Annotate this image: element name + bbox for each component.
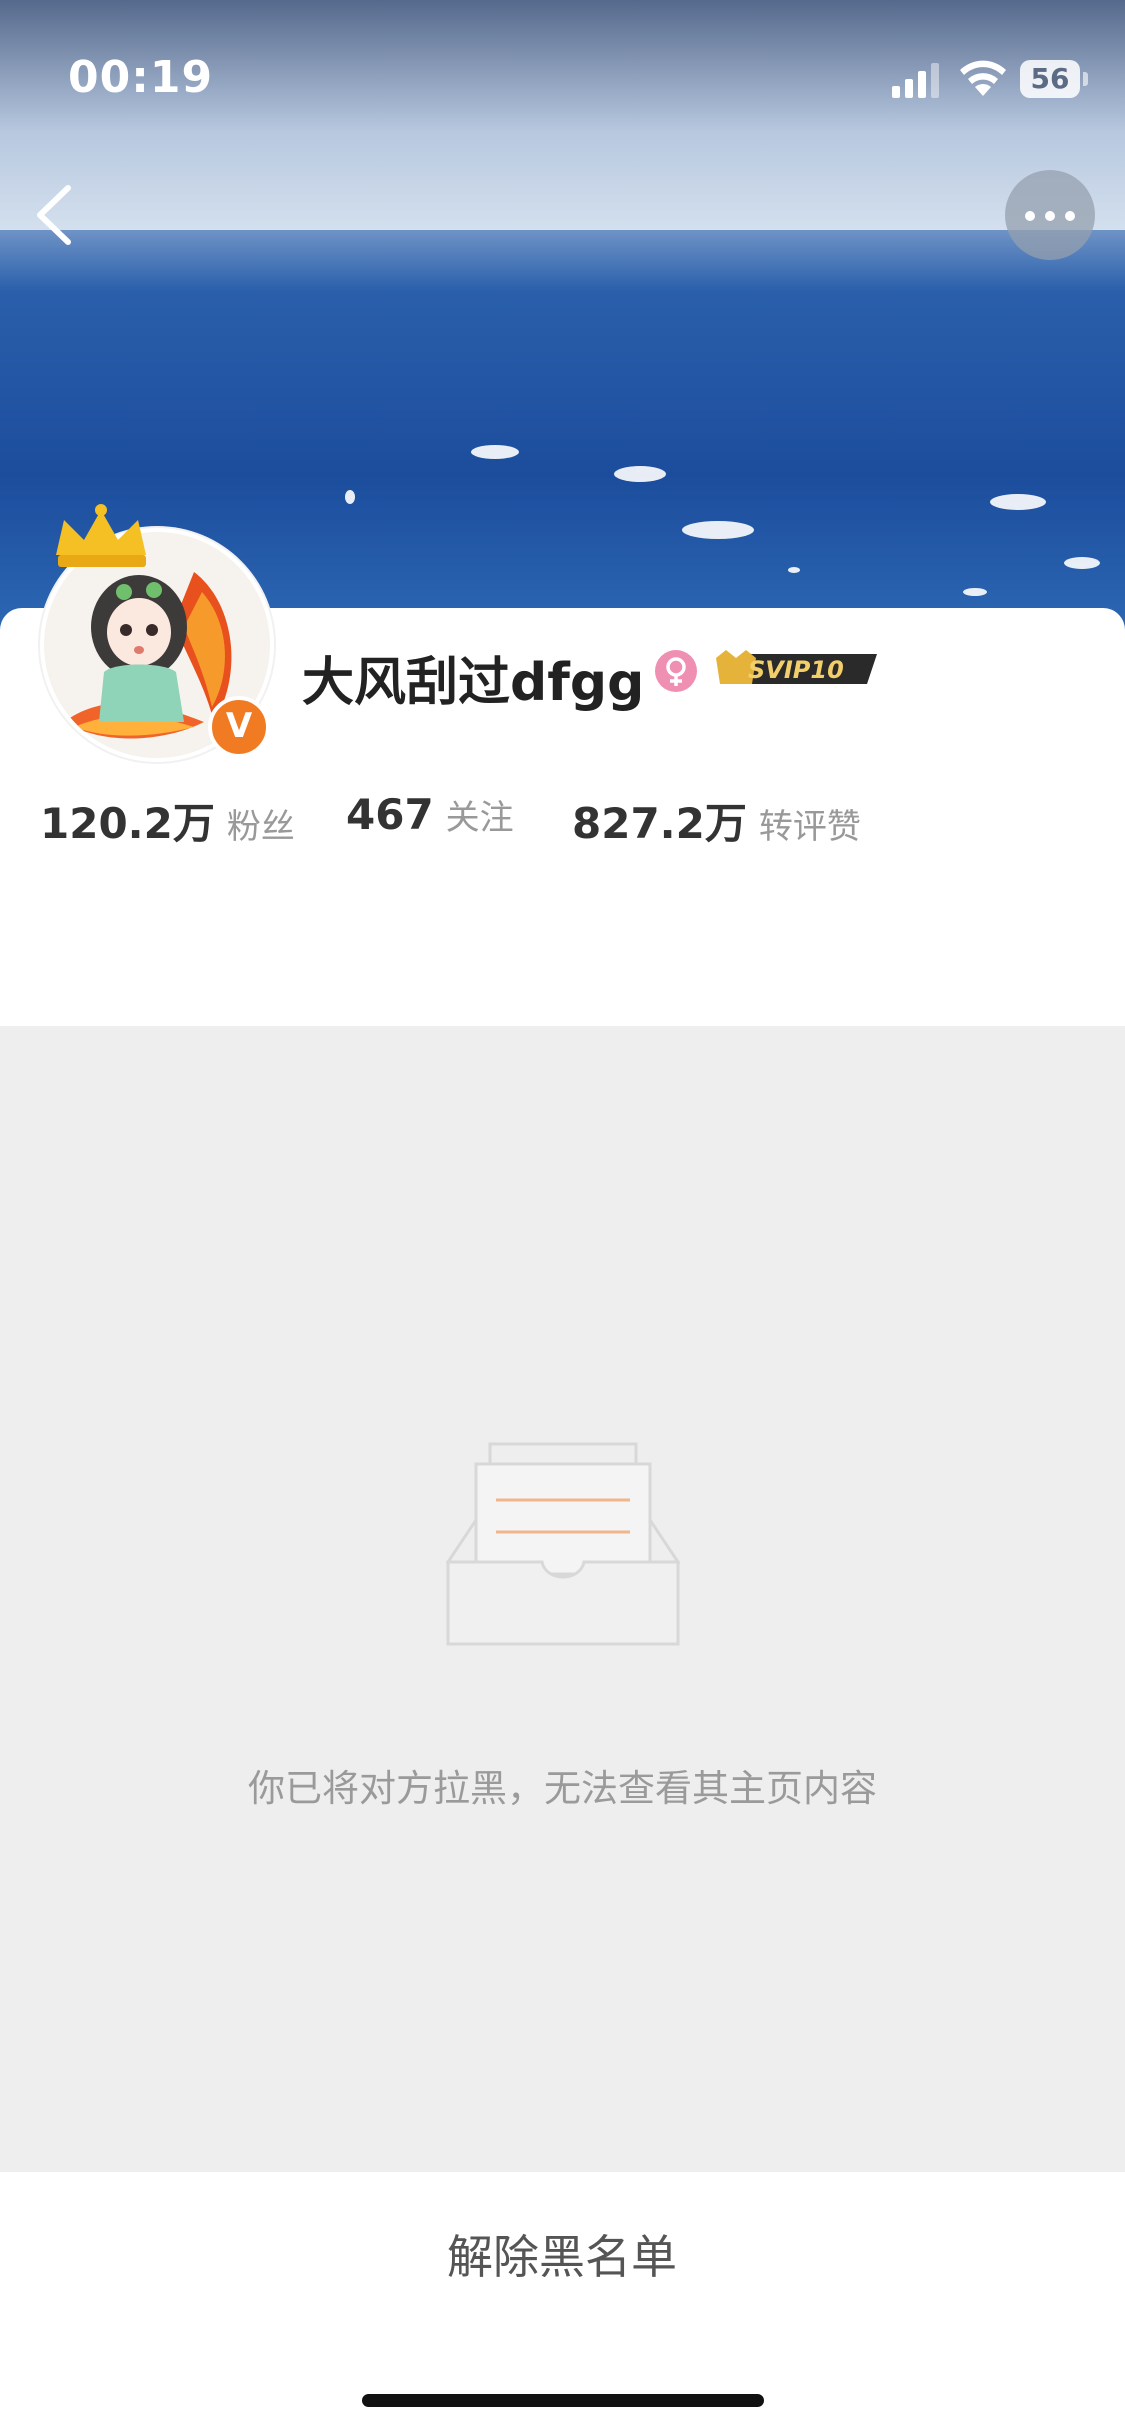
stat-following[interactable]: 467 关注: [346, 790, 514, 839]
avatar-container[interactable]: V: [36, 504, 276, 762]
home-indicator[interactable]: [362, 2394, 764, 2407]
status-bar: 00:19 56: [0, 0, 1125, 150]
more-dot-icon: [1045, 211, 1055, 221]
back-button[interactable]: [28, 180, 88, 250]
more-dot-icon: [1025, 211, 1035, 221]
unblock-button[interactable]: 解除黑名单: [312, 2222, 812, 2292]
cellular-signal-icon: [892, 63, 939, 98]
svip-badge-label: SVIP10: [748, 656, 844, 684]
profile-name: 大风刮过dfgg: [302, 653, 645, 713]
stat-interactions-value: 827.2万: [572, 799, 747, 848]
battery-tip: [1083, 72, 1088, 86]
crown-icon: [56, 504, 146, 567]
stat-followers-value: 120.2万: [40, 799, 215, 848]
stat-interactions-label: 转评赞: [758, 807, 861, 847]
chevron-left-icon: [37, 185, 71, 245]
verified-badge: V: [208, 696, 270, 758]
empty-inbox-icon: [446, 1442, 680, 1646]
blocked-message: 你已将对方拉黑，无法查看其主页内容: [248, 1767, 877, 1810]
stat-interactions[interactable]: 827.2万 转评赞: [572, 790, 861, 851]
female-gender-icon: [655, 650, 697, 692]
battery-icon: 56: [1020, 60, 1080, 98]
more-dot-icon: [1065, 211, 1075, 221]
more-options-button[interactable]: [1005, 170, 1095, 260]
wifi-icon: [960, 60, 1006, 96]
status-time: 00:19: [68, 52, 214, 103]
stat-followers-label: 粉丝: [226, 807, 295, 847]
stat-following-value: 467: [346, 790, 434, 839]
stat-following-label: 关注: [445, 798, 514, 838]
svip-badge[interactable]: SVIP10: [712, 644, 882, 694]
stat-followers[interactable]: 120.2万 粉丝: [40, 790, 295, 851]
